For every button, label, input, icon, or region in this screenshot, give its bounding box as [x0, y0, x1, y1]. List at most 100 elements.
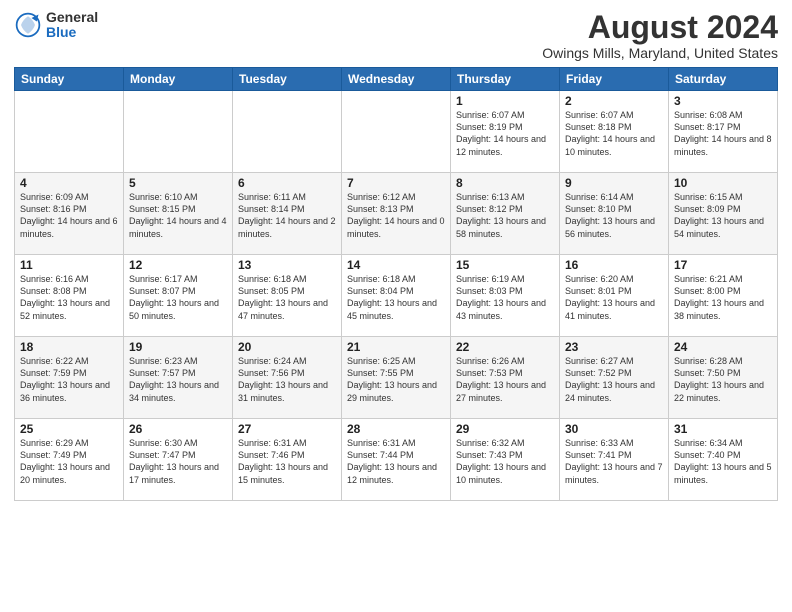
week-row-5: 25Sunrise: 6:29 AM Sunset: 7:49 PM Dayli… — [15, 419, 778, 501]
day-info: Sunrise: 6:32 AM Sunset: 7:43 PM Dayligh… — [456, 437, 554, 486]
day-info: Sunrise: 6:23 AM Sunset: 7:57 PM Dayligh… — [129, 355, 227, 404]
day-info: Sunrise: 6:09 AM Sunset: 8:16 PM Dayligh… — [20, 191, 118, 240]
logo-text: General Blue — [46, 10, 98, 41]
logo-general-text: General — [46, 10, 98, 25]
col-wednesday: Wednesday — [342, 68, 451, 91]
day-info: Sunrise: 6:31 AM Sunset: 7:46 PM Dayligh… — [238, 437, 336, 486]
header: General Blue August 2024 Owings Mills, M… — [14, 10, 778, 61]
day-number: 14 — [347, 258, 445, 272]
day-info: Sunrise: 6:17 AM Sunset: 8:07 PM Dayligh… — [129, 273, 227, 322]
day-cell-2-1: 12Sunrise: 6:17 AM Sunset: 8:07 PM Dayli… — [124, 255, 233, 337]
day-number: 27 — [238, 422, 336, 436]
day-cell-2-0: 11Sunrise: 6:16 AM Sunset: 8:08 PM Dayli… — [15, 255, 124, 337]
day-cell-2-3: 14Sunrise: 6:18 AM Sunset: 8:04 PM Dayli… — [342, 255, 451, 337]
day-info: Sunrise: 6:10 AM Sunset: 8:15 PM Dayligh… — [129, 191, 227, 240]
day-info: Sunrise: 6:07 AM Sunset: 8:18 PM Dayligh… — [565, 109, 663, 158]
day-info: Sunrise: 6:33 AM Sunset: 7:41 PM Dayligh… — [565, 437, 663, 486]
day-number: 11 — [20, 258, 118, 272]
day-info: Sunrise: 6:30 AM Sunset: 7:47 PM Dayligh… — [129, 437, 227, 486]
day-info: Sunrise: 6:31 AM Sunset: 7:44 PM Dayligh… — [347, 437, 445, 486]
week-row-4: 18Sunrise: 6:22 AM Sunset: 7:59 PM Dayli… — [15, 337, 778, 419]
day-number: 30 — [565, 422, 663, 436]
day-number: 17 — [674, 258, 772, 272]
day-number: 8 — [456, 176, 554, 190]
logo-blue-text: Blue — [46, 25, 98, 40]
day-info: Sunrise: 6:27 AM Sunset: 7:52 PM Dayligh… — [565, 355, 663, 404]
col-saturday: Saturday — [669, 68, 778, 91]
col-monday: Monday — [124, 68, 233, 91]
logo: General Blue — [14, 10, 98, 41]
day-cell-1-5: 9Sunrise: 6:14 AM Sunset: 8:10 PM Daylig… — [560, 173, 669, 255]
day-info: Sunrise: 6:25 AM Sunset: 7:55 PM Dayligh… — [347, 355, 445, 404]
logo-icon — [14, 11, 42, 39]
page: General Blue August 2024 Owings Mills, M… — [0, 0, 792, 612]
day-info: Sunrise: 6:12 AM Sunset: 8:13 PM Dayligh… — [347, 191, 445, 240]
day-number: 20 — [238, 340, 336, 354]
col-tuesday: Tuesday — [233, 68, 342, 91]
day-cell-4-1: 26Sunrise: 6:30 AM Sunset: 7:47 PM Dayli… — [124, 419, 233, 501]
day-number: 21 — [347, 340, 445, 354]
day-number: 3 — [674, 94, 772, 108]
header-row: Sunday Monday Tuesday Wednesday Thursday… — [15, 68, 778, 91]
week-row-1: 1Sunrise: 6:07 AM Sunset: 8:19 PM Daylig… — [15, 91, 778, 173]
calendar-table: Sunday Monday Tuesday Wednesday Thursday… — [14, 67, 778, 501]
day-number: 2 — [565, 94, 663, 108]
day-cell-2-6: 17Sunrise: 6:21 AM Sunset: 8:00 PM Dayli… — [669, 255, 778, 337]
day-number: 19 — [129, 340, 227, 354]
day-info: Sunrise: 6:29 AM Sunset: 7:49 PM Dayligh… — [20, 437, 118, 486]
day-number: 16 — [565, 258, 663, 272]
day-number: 31 — [674, 422, 772, 436]
day-number: 24 — [674, 340, 772, 354]
day-cell-1-6: 10Sunrise: 6:15 AM Sunset: 8:09 PM Dayli… — [669, 173, 778, 255]
day-info: Sunrise: 6:24 AM Sunset: 7:56 PM Dayligh… — [238, 355, 336, 404]
col-sunday: Sunday — [15, 68, 124, 91]
day-info: Sunrise: 6:14 AM Sunset: 8:10 PM Dayligh… — [565, 191, 663, 240]
day-info: Sunrise: 6:28 AM Sunset: 7:50 PM Dayligh… — [674, 355, 772, 404]
day-cell-3-3: 21Sunrise: 6:25 AM Sunset: 7:55 PM Dayli… — [342, 337, 451, 419]
day-info: Sunrise: 6:07 AM Sunset: 8:19 PM Dayligh… — [456, 109, 554, 158]
day-number: 10 — [674, 176, 772, 190]
day-number: 18 — [20, 340, 118, 354]
day-cell-1-4: 8Sunrise: 6:13 AM Sunset: 8:12 PM Daylig… — [451, 173, 560, 255]
day-number: 6 — [238, 176, 336, 190]
day-cell-1-2: 6Sunrise: 6:11 AM Sunset: 8:14 PM Daylig… — [233, 173, 342, 255]
day-info: Sunrise: 6:11 AM Sunset: 8:14 PM Dayligh… — [238, 191, 336, 240]
day-cell-4-0: 25Sunrise: 6:29 AM Sunset: 7:49 PM Dayli… — [15, 419, 124, 501]
day-cell-0-0 — [15, 91, 124, 173]
day-number: 9 — [565, 176, 663, 190]
day-cell-2-4: 15Sunrise: 6:19 AM Sunset: 8:03 PM Dayli… — [451, 255, 560, 337]
day-number: 15 — [456, 258, 554, 272]
day-cell-0-4: 1Sunrise: 6:07 AM Sunset: 8:19 PM Daylig… — [451, 91, 560, 173]
day-cell-0-1 — [124, 91, 233, 173]
day-cell-3-0: 18Sunrise: 6:22 AM Sunset: 7:59 PM Dayli… — [15, 337, 124, 419]
day-number: 5 — [129, 176, 227, 190]
day-number: 4 — [20, 176, 118, 190]
day-info: Sunrise: 6:22 AM Sunset: 7:59 PM Dayligh… — [20, 355, 118, 404]
day-cell-1-3: 7Sunrise: 6:12 AM Sunset: 8:13 PM Daylig… — [342, 173, 451, 255]
day-cell-0-3 — [342, 91, 451, 173]
day-cell-0-6: 3Sunrise: 6:08 AM Sunset: 8:17 PM Daylig… — [669, 91, 778, 173]
day-number: 13 — [238, 258, 336, 272]
title-block: August 2024 Owings Mills, Maryland, Unit… — [542, 10, 778, 61]
day-number: 7 — [347, 176, 445, 190]
month-title: August 2024 — [542, 10, 778, 45]
day-number: 28 — [347, 422, 445, 436]
day-info: Sunrise: 6:15 AM Sunset: 8:09 PM Dayligh… — [674, 191, 772, 240]
day-number: 1 — [456, 94, 554, 108]
day-number: 29 — [456, 422, 554, 436]
day-info: Sunrise: 6:26 AM Sunset: 7:53 PM Dayligh… — [456, 355, 554, 404]
location-title: Owings Mills, Maryland, United States — [542, 45, 778, 61]
day-cell-3-6: 24Sunrise: 6:28 AM Sunset: 7:50 PM Dayli… — [669, 337, 778, 419]
day-number: 25 — [20, 422, 118, 436]
day-info: Sunrise: 6:18 AM Sunset: 8:05 PM Dayligh… — [238, 273, 336, 322]
day-cell-4-6: 31Sunrise: 6:34 AM Sunset: 7:40 PM Dayli… — [669, 419, 778, 501]
week-row-3: 11Sunrise: 6:16 AM Sunset: 8:08 PM Dayli… — [15, 255, 778, 337]
day-number: 26 — [129, 422, 227, 436]
day-number: 12 — [129, 258, 227, 272]
day-cell-4-5: 30Sunrise: 6:33 AM Sunset: 7:41 PM Dayli… — [560, 419, 669, 501]
day-cell-4-2: 27Sunrise: 6:31 AM Sunset: 7:46 PM Dayli… — [233, 419, 342, 501]
day-cell-0-5: 2Sunrise: 6:07 AM Sunset: 8:18 PM Daylig… — [560, 91, 669, 173]
day-number: 23 — [565, 340, 663, 354]
day-info: Sunrise: 6:20 AM Sunset: 8:01 PM Dayligh… — [565, 273, 663, 322]
day-cell-2-2: 13Sunrise: 6:18 AM Sunset: 8:05 PM Dayli… — [233, 255, 342, 337]
